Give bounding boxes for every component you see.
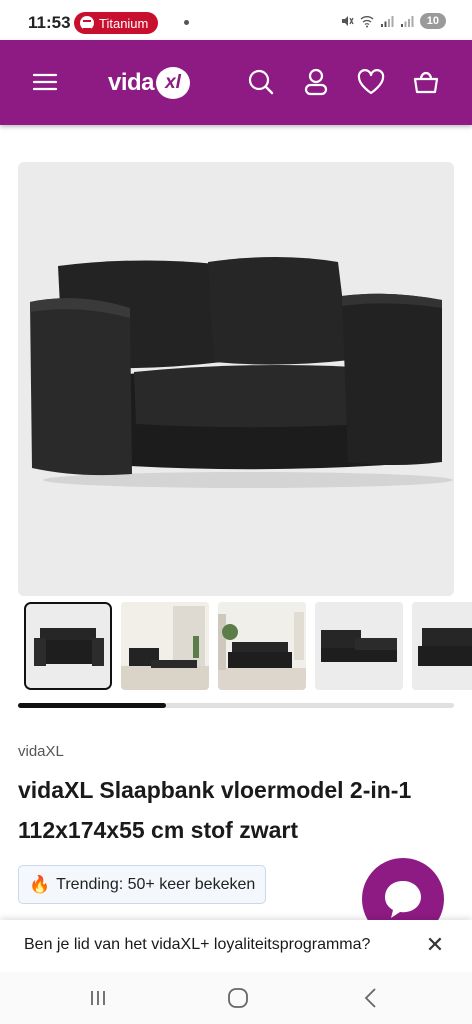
fire-icon: 🔥 bbox=[29, 874, 51, 894]
gallery-thumb[interactable] bbox=[412, 602, 472, 690]
sofa-image bbox=[30, 257, 453, 488]
media-app-name: Titanium bbox=[99, 15, 149, 31]
battery-indicator: 10 bbox=[419, 13, 446, 29]
product-main-image[interactable] bbox=[18, 162, 454, 596]
signal-icon bbox=[380, 16, 394, 27]
chat-icon bbox=[385, 881, 421, 918]
trending-label: Trending: 50+ keer bekeken bbox=[56, 875, 256, 893]
signal-icon bbox=[400, 16, 414, 27]
clock: 11:53 bbox=[28, 13, 71, 32]
recent-apps-icon[interactable] bbox=[86, 986, 110, 1010]
gallery-thumb[interactable] bbox=[24, 602, 112, 690]
system-navigation-bar bbox=[0, 972, 472, 1024]
heart-icon[interactable] bbox=[354, 65, 388, 99]
basket-icon[interactable] bbox=[409, 65, 443, 99]
wifi-icon bbox=[360, 16, 374, 28]
media-pill[interactable]: Titanium bbox=[74, 12, 159, 34]
gallery-thumb[interactable] bbox=[315, 602, 403, 690]
trending-badge: 🔥 Trending: 50+ keer bekeken bbox=[18, 865, 267, 904]
account-icon[interactable] bbox=[299, 65, 333, 99]
status-bar: 11:53 Titanium 10 bbox=[0, 0, 472, 44]
mute-icon bbox=[341, 16, 354, 26]
image-gallery[interactable] bbox=[18, 600, 472, 692]
system-indicators: 10 bbox=[340, 13, 446, 29]
product-brand[interactable]: vidaXL bbox=[18, 743, 64, 760]
search-icon[interactable] bbox=[244, 65, 278, 99]
notification-dot bbox=[184, 20, 189, 25]
site-header: vida xl bbox=[0, 40, 472, 125]
vidaxl-logo[interactable]: vida xl bbox=[108, 66, 191, 100]
gallery-thumb[interactable] bbox=[218, 602, 306, 690]
product-title: vidaXL Slaapbank vloermodel 2-in-1 112x1… bbox=[18, 777, 412, 843]
home-icon[interactable] bbox=[226, 986, 250, 1010]
loyalty-banner[interactable]: Ben je lid van het vidaXL+ loyaliteitspr… bbox=[0, 920, 472, 972]
logo-badge: xl bbox=[156, 67, 191, 99]
loyalty-message[interactable]: Ben je lid van het vidaXL+ loyaliteitspr… bbox=[24, 936, 418, 954]
gallery-scrollbar[interactable] bbox=[18, 703, 454, 708]
menu-icon[interactable] bbox=[28, 65, 62, 99]
close-icon[interactable]: ✕ bbox=[424, 934, 446, 956]
spotify-icon bbox=[80, 16, 94, 30]
logo-wordmark: vida bbox=[108, 69, 155, 96]
back-icon[interactable] bbox=[360, 986, 384, 1010]
gallery-scroll-thumb[interactable] bbox=[18, 703, 166, 708]
app-screen: 11:53 Titanium 10 vida xl vidaXL vidaXL … bbox=[0, 0, 472, 1024]
gallery-thumb[interactable] bbox=[121, 602, 209, 690]
